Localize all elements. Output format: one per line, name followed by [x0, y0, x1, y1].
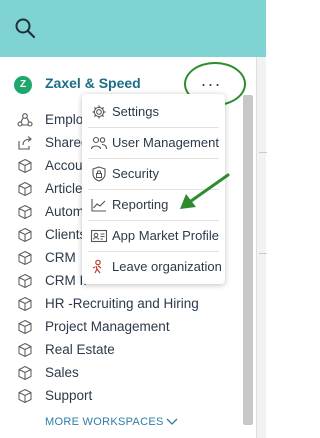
menu-item-reporting[interactable]: Reporting	[82, 190, 225, 218]
menu-item-label: Settings	[112, 104, 159, 119]
menu-item-label: Leave organization	[112, 259, 222, 274]
menu-item-user-management[interactable]: User Management	[82, 128, 225, 156]
workspace-item-label: Sales	[45, 365, 79, 380]
cube-icon	[18, 250, 32, 266]
cube-icon	[18, 319, 32, 335]
more-workspaces-link[interactable]: MORE WORKSPACES	[45, 416, 178, 428]
cube-icon	[18, 181, 32, 197]
users-icon	[90, 136, 108, 150]
workspace-item[interactable]: Project Management	[0, 316, 240, 339]
workspace-avatar: Z	[14, 76, 32, 94]
more-workspaces-label: MORE WORKSPACES	[45, 416, 164, 428]
divider	[259, 152, 267, 153]
workspace-item-label: Support	[45, 388, 93, 403]
menu-item-security[interactable]: Security	[82, 159, 225, 187]
menu-item-label: User Management	[112, 135, 219, 150]
main-content-edge	[256, 57, 267, 438]
menu-item-leave-organization[interactable]: Leave organization	[82, 252, 225, 280]
share-icon	[18, 136, 32, 150]
workspace-item[interactable]: Sales	[0, 362, 240, 385]
workspace-item-label: Real Estate	[45, 342, 115, 357]
leave-icon	[92, 259, 102, 274]
cube-icon	[18, 204, 32, 220]
ellipsis-icon: ···	[200, 74, 222, 94]
top-bar	[0, 0, 266, 57]
menu-item-label: Security	[112, 166, 159, 181]
lock-icon	[92, 166, 106, 182]
sidebar-scrollbar[interactable]	[243, 95, 253, 425]
workspace-item[interactable]: HR -Recruiting and Hiring	[0, 293, 240, 316]
workspace-item[interactable]: Real Estate	[0, 339, 240, 362]
chevron-down-icon	[166, 418, 178, 426]
workspace-options-menu: Settings User Management Security Report…	[82, 94, 225, 284]
workspace-item-label: Project Management	[45, 319, 170, 334]
workspace-item-label: CRM	[45, 250, 76, 265]
people-icon	[17, 113, 33, 127]
menu-item-app-market-profile[interactable]: App Market Profile	[82, 221, 225, 249]
gear-icon	[92, 105, 106, 119]
workspace-name[interactable]: Zaxel & Speed	[45, 75, 141, 91]
cube-icon	[18, 365, 32, 381]
menu-item-label: App Market Profile	[112, 228, 219, 243]
menu-item-label: Reporting	[112, 197, 169, 212]
cube-icon	[18, 158, 32, 174]
workspace-item[interactable]: Support	[0, 385, 240, 408]
profile-card-icon	[90, 229, 108, 243]
chart-icon	[91, 199, 106, 212]
cube-icon	[18, 342, 32, 358]
workspace-item-label: HR -Recruiting and Hiring	[45, 296, 199, 311]
search-icon[interactable]	[14, 17, 36, 39]
divider	[259, 253, 267, 254]
workspace-item-label: CRM II	[45, 273, 87, 288]
cube-icon	[18, 388, 32, 404]
cube-icon	[18, 227, 32, 243]
cube-icon	[18, 296, 32, 312]
menu-item-settings[interactable]: Settings	[82, 97, 225, 125]
workspace-item-label: Clients	[45, 227, 87, 242]
cube-icon	[18, 273, 32, 289]
